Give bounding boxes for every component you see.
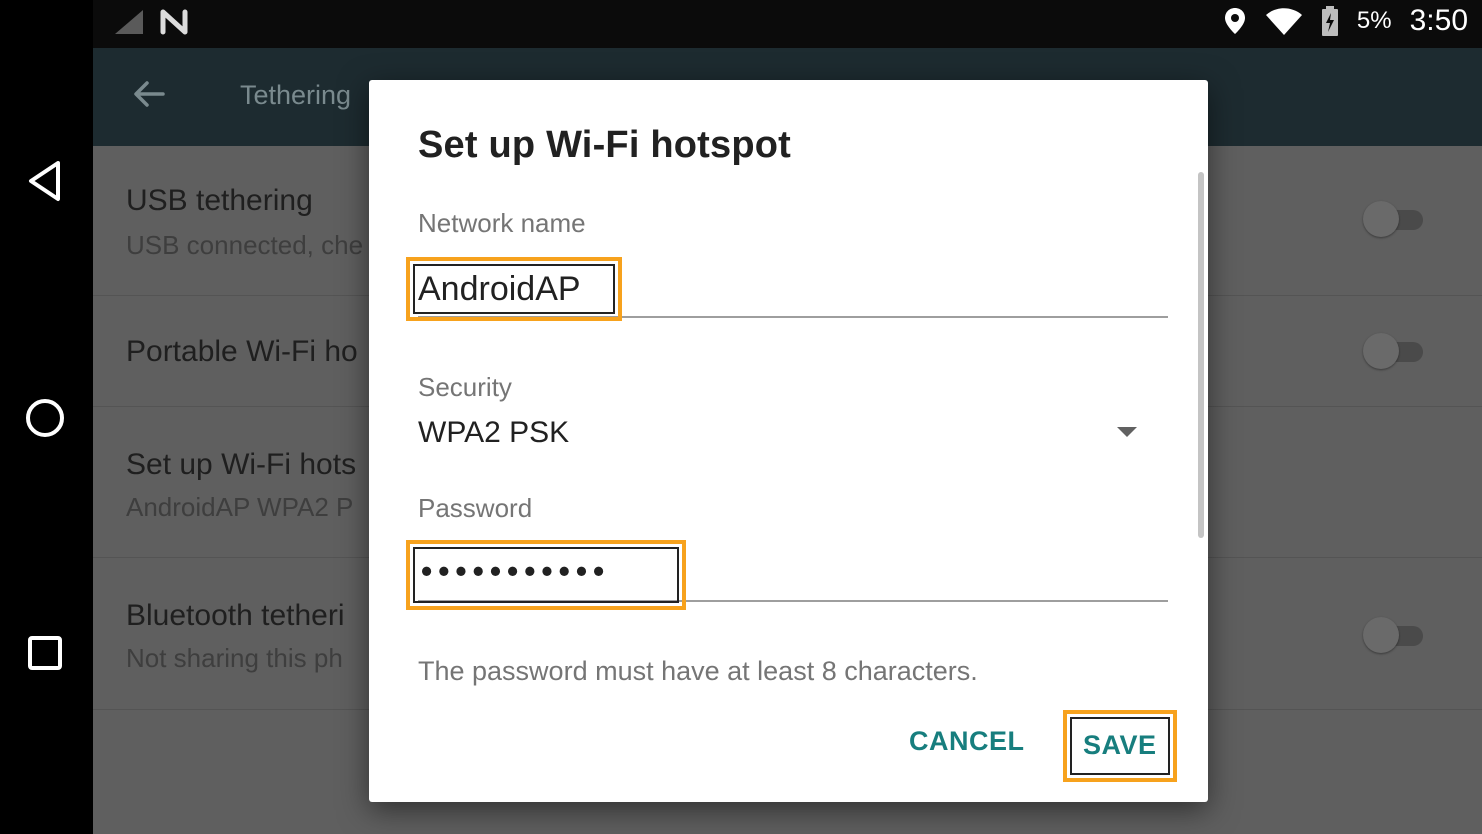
status-left xyxy=(113,8,191,36)
save-button[interactable]: SAVE xyxy=(1063,710,1177,782)
screen: 5% 3:50 Tethering USB tethering USB conn… xyxy=(0,0,1482,834)
network-name-label: Network name xyxy=(418,208,586,238)
dialog-title: Set up Wi-Fi hotspot xyxy=(418,124,792,166)
page-title: Tethering xyxy=(240,80,352,110)
usb-tethering-toggle[interactable] xyxy=(1363,201,1427,237)
hotspot-setup-dialog: Set up Wi-Fi hotspot Network name Androi… xyxy=(369,80,1208,802)
dropdown-arrow-icon[interactable] xyxy=(1117,427,1137,437)
up-button[interactable] xyxy=(131,76,167,117)
list-item-subtitle: Not sharing this ph xyxy=(126,643,343,673)
back-nav-button[interactable] xyxy=(22,158,68,204)
security-label: Security xyxy=(418,372,512,402)
battery-charging-icon xyxy=(1321,6,1338,36)
list-item-subtitle: AndroidAP WPA2 P xyxy=(126,492,354,522)
list-item-subtitle: USB connected, che xyxy=(126,230,364,260)
location-icon xyxy=(1224,8,1245,34)
back-triangle-icon xyxy=(29,161,60,201)
recents-square-icon xyxy=(28,636,62,670)
status-right: 5% 3:50 xyxy=(1223,4,1468,38)
status-bar: 5% 3:50 xyxy=(93,0,1482,48)
security-select[interactable]: WPA2 PSK xyxy=(418,416,569,450)
home-circle-icon xyxy=(26,399,64,437)
dialog-scrollbar[interactable] xyxy=(1198,172,1204,538)
cancel-button[interactable]: CANCEL xyxy=(909,726,1025,757)
no-sim-icon xyxy=(160,9,188,35)
list-item-title: Portable Wi-Fi ho xyxy=(126,335,358,368)
battery-percent: 5% xyxy=(1356,7,1392,34)
save-button-label: SAVE xyxy=(1083,730,1157,760)
portable-hotspot-toggle[interactable] xyxy=(1363,333,1427,369)
home-nav-button[interactable] xyxy=(22,395,68,441)
password-label: Password xyxy=(418,493,533,523)
list-item-title: USB tethering xyxy=(126,184,313,217)
signal-icon xyxy=(115,10,143,34)
arrow-left-icon xyxy=(134,81,165,107)
list-item-title: Bluetooth tetheri xyxy=(126,599,345,632)
password-value: ••••••••••• xyxy=(421,553,611,589)
list-item-title: Set up Wi-Fi hots xyxy=(126,448,357,481)
network-name-value: AndroidAP xyxy=(418,270,581,308)
recents-nav-button[interactable] xyxy=(22,630,68,676)
password-helper-text: The password must have at least 8 charac… xyxy=(418,656,978,686)
navigation-bar xyxy=(0,0,93,834)
clock: 3:50 xyxy=(1409,4,1468,37)
wifi-icon xyxy=(1265,8,1302,35)
bluetooth-tethering-toggle[interactable] xyxy=(1363,617,1427,653)
